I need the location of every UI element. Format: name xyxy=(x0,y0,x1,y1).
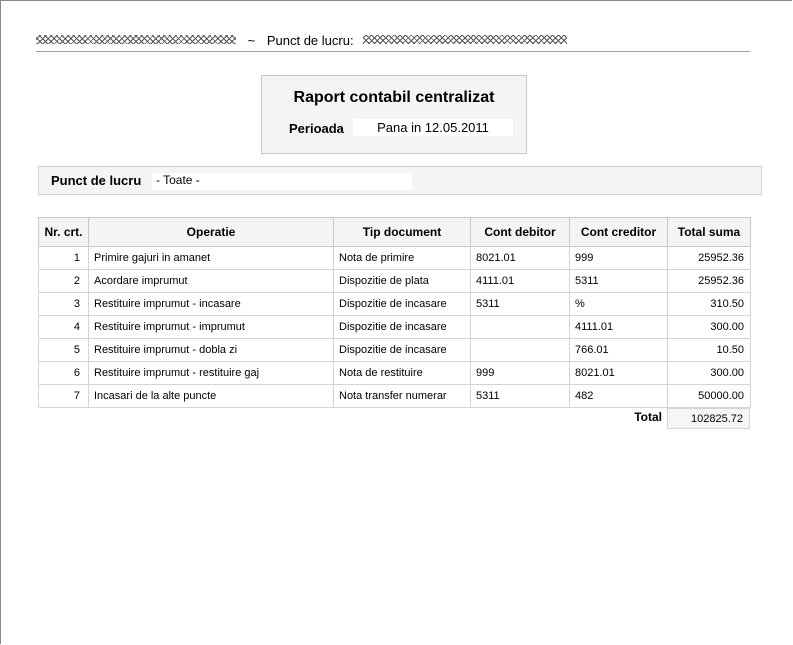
header-workplace-label: Punct de lucru: xyxy=(266,33,354,48)
cell-cont-debitor: 5311 xyxy=(470,292,570,316)
cell-tip-document: Dispozitie de incasare xyxy=(333,315,471,339)
cell-total-suma: 300.00 xyxy=(667,315,751,339)
cell-cont-creditor: 4111.01 xyxy=(569,315,668,339)
total-value: 102825.72 xyxy=(667,408,750,429)
cell-total-suma: 50000.00 xyxy=(667,384,751,408)
column-header-total-suma: Total suma xyxy=(667,217,751,247)
cell-tip-document: Nota de primire xyxy=(333,246,471,270)
column-header-tip-document: Tip document xyxy=(333,217,471,247)
cell-tip-document: Dispozitie de plata xyxy=(333,269,471,293)
cell-operatie: Restituire imprumut - imprumut xyxy=(88,315,334,339)
cell-nr: 6 xyxy=(38,361,89,385)
cell-tip-document: Dispozitie de incasare xyxy=(333,292,471,316)
cell-operatie: Primire gajuri in amanet xyxy=(88,246,334,270)
column-header-operatie: Operatie xyxy=(88,217,334,247)
cell-cont-creditor: 482 xyxy=(569,384,668,408)
page-header: ~ Punct de lucru: xyxy=(36,33,750,52)
table-row: 3 Restituire imprumut - incasare Dispoziti… xyxy=(38,292,751,316)
cell-operatie: Restituire imprumut - restituire gaj xyxy=(88,361,334,385)
total-label: Total xyxy=(634,410,662,424)
cell-nr: 2 xyxy=(38,269,89,293)
cell-tip-document: Nota transfer numerar xyxy=(333,384,471,408)
column-header-nr: Nr. crt. xyxy=(38,217,89,247)
cell-cont-creditor: 8021.01 xyxy=(569,361,668,385)
cell-total-suma: 310.50 xyxy=(667,292,751,316)
workplace-filter-value: - Toate - xyxy=(152,173,412,190)
cell-operatie: Acordare imprumut xyxy=(88,269,334,293)
redacted-company-name xyxy=(36,35,236,45)
cell-cont-creditor: 5311 xyxy=(569,269,668,293)
cell-cont-debitor: 4111.01 xyxy=(470,269,570,293)
workplace-filter-bar: Punct de lucru - Toate - xyxy=(38,166,762,195)
cell-nr: 5 xyxy=(38,338,89,362)
redacted-workplace-name xyxy=(363,35,568,45)
workplace-filter-label: Punct de lucru xyxy=(51,173,142,188)
cell-tip-document: Dispozitie de incasare xyxy=(333,338,471,362)
cell-cont-debitor xyxy=(470,338,570,362)
cell-cont-debitor xyxy=(470,315,570,339)
period-label: Perioada xyxy=(289,121,344,136)
cell-tip-document: Nota de restituire xyxy=(333,361,471,385)
column-header-cont-creditor: Cont creditor xyxy=(569,217,668,247)
cell-total-suma: 25952.36 xyxy=(667,269,751,293)
table-row: 2 Acordare imprumut Dispozitie de plata 411… xyxy=(38,269,751,293)
cell-cont-debitor: 8021.01 xyxy=(470,246,570,270)
cell-cont-creditor: 999 xyxy=(569,246,668,270)
cell-nr: 1 xyxy=(38,246,89,270)
cell-nr: 3 xyxy=(38,292,89,316)
report-title-box: Raport contabil centralizat Perioada Pan… xyxy=(261,75,527,154)
period-value: Pana in 12.05.2011 xyxy=(353,119,513,136)
cell-total-suma: 10.50 xyxy=(667,338,751,362)
report-title: Raport contabil centralizat xyxy=(293,89,495,106)
cell-nr: 7 xyxy=(38,384,89,408)
cell-total-suma: 25952.36 xyxy=(667,246,751,270)
cell-operatie: Incasari de la alte puncte xyxy=(88,384,334,408)
cell-operatie: Restituire imprumut - dobla zi xyxy=(88,338,334,362)
cell-cont-debitor: 5311 xyxy=(470,384,570,408)
table-row: 7 Incasari de la alte puncte Nota transfer… xyxy=(38,384,751,408)
column-header-cont-debitor: Cont debitor xyxy=(470,217,570,247)
cell-operatie: Restituire imprumut - incasare xyxy=(88,292,334,316)
cell-cont-creditor: % xyxy=(569,292,668,316)
cell-nr: 4 xyxy=(38,315,89,339)
table-row: 4 Restituire imprumut - imprumut Dispoziti… xyxy=(38,315,751,339)
cell-total-suma: 300.00 xyxy=(667,361,751,385)
header-separator: ~ xyxy=(247,33,256,48)
table-row: 6 Restituire imprumut - restituire gaj Not… xyxy=(38,361,751,385)
cell-cont-creditor: 766.01 xyxy=(569,338,668,362)
report-table: Nr. crt. Operatie Tip document Cont debi… xyxy=(38,217,751,408)
table-row: 5 Restituire imprumut - dobla zi Dispoziti… xyxy=(38,338,751,362)
table-header-row: Nr. crt. Operatie Tip document Cont debi… xyxy=(38,217,751,247)
cell-cont-debitor: 999 xyxy=(470,361,570,385)
table-row: 1 Primire gajuri in amanet Nota de primire… xyxy=(38,246,751,270)
